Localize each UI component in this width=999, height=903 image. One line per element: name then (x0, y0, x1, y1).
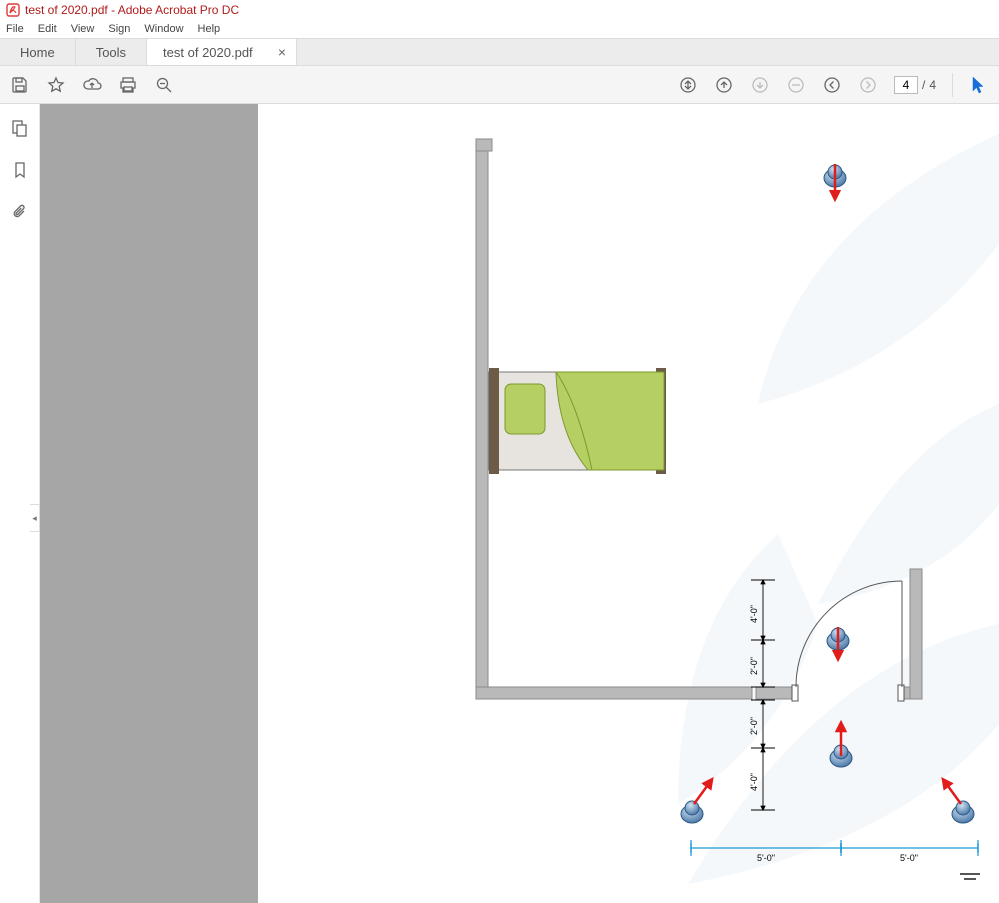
zoom-reset-icon[interactable] (786, 75, 806, 95)
thumbnail-panel[interactable] (40, 104, 258, 903)
dim-2-0-lower: 2'-0" (749, 717, 759, 735)
scroll-mode-icon[interactable] (678, 75, 698, 95)
menu-edit[interactable]: Edit (38, 23, 57, 35)
title-bar: test of 2020.pdf - Adobe Acrobat Pro DC (0, 0, 999, 20)
page-total: 4 (929, 78, 936, 92)
main-area: ◂ (0, 104, 999, 903)
section-marker (960, 874, 980, 879)
menu-file[interactable]: File (6, 23, 24, 35)
tab-strip: Home Tools test of 2020.pdf × (0, 38, 999, 66)
tab-home[interactable]: Home (0, 39, 76, 65)
collapse-panel-icon[interactable]: ◂ (30, 504, 40, 532)
bed (489, 368, 666, 474)
floorplan-drawing: 4'-0" 2'-0" 2'-0" 4'-0" 5'-0" 5'-0" (258, 104, 999, 903)
page-number-nav: / 4 (894, 76, 936, 94)
nav-back-icon[interactable] (822, 75, 842, 95)
page-up-icon[interactable] (714, 75, 734, 95)
thumbnails-icon[interactable] (10, 118, 30, 138)
watermark-leaves (678, 134, 999, 884)
toolbar: / 4 (0, 66, 999, 104)
close-tab-icon[interactable]: × (278, 44, 286, 60)
save-icon[interactable] (10, 75, 30, 95)
dim-4-0-lower: 4'-0" (749, 773, 759, 791)
menu-window[interactable]: Window (144, 23, 183, 35)
page-down-icon[interactable] (750, 75, 770, 95)
print-icon[interactable] (118, 75, 138, 95)
dim-2-0-upper: 2'-0" (749, 657, 759, 675)
window-title: test of 2020.pdf - Adobe Acrobat Pro DC (25, 3, 239, 17)
tab-tools[interactable]: Tools (76, 39, 147, 65)
attachment-icon[interactable] (10, 202, 30, 222)
page-current-input[interactable] (894, 76, 918, 94)
selection-tool-icon[interactable] (969, 75, 989, 95)
acrobat-icon (6, 3, 20, 17)
dim-5-0-right: 5'-0" (900, 853, 918, 863)
person-in-door (827, 627, 849, 656)
toolbar-separator (952, 73, 953, 97)
menu-help[interactable]: Help (198, 23, 221, 35)
page-sep: / (922, 78, 925, 92)
cloud-upload-icon[interactable] (82, 75, 102, 95)
menu-view[interactable]: View (71, 23, 95, 35)
menu-sign[interactable]: Sign (108, 23, 130, 35)
dim-4-0-upper: 4'-0" (749, 605, 759, 623)
bookmark-icon[interactable] (10, 160, 30, 180)
menu-bar: File Edit View Sign Window Help (0, 20, 999, 38)
nav-forward-icon[interactable] (858, 75, 878, 95)
person-top-right (824, 164, 846, 196)
tab-file-label: test of 2020.pdf (163, 45, 253, 60)
dim-5-0-left: 5'-0" (757, 853, 775, 863)
person-bottom-right (945, 782, 974, 823)
zoom-out-icon[interactable] (154, 75, 174, 95)
tab-file[interactable]: test of 2020.pdf × (147, 39, 297, 65)
star-icon[interactable] (46, 75, 66, 95)
document-view[interactable]: 4'-0" 2'-0" 2'-0" 4'-0" 5'-0" 5'-0" (258, 104, 999, 903)
nav-rail: ◂ (0, 104, 40, 903)
